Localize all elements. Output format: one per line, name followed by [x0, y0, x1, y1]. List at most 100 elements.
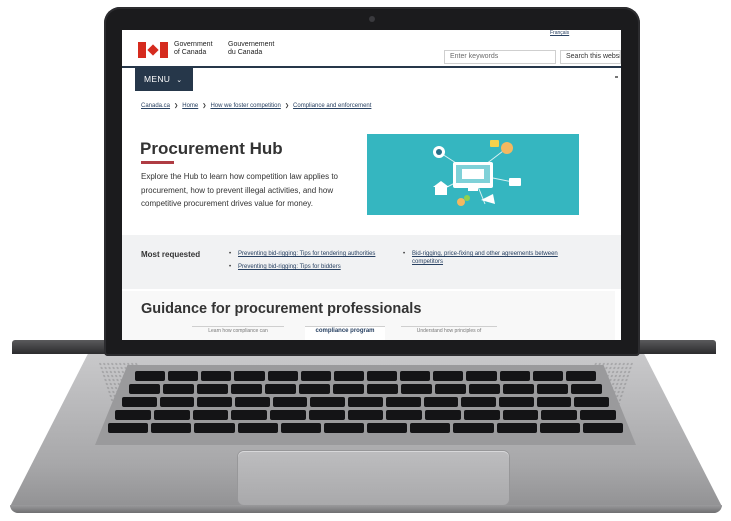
- keyboard-key: [280, 423, 321, 433]
- keyboard-key: [435, 384, 466, 394]
- header-rule: [122, 66, 621, 68]
- guidance-card[interactable]: Learn how compliance can: [192, 326, 284, 340]
- keyboard-key: [231, 384, 262, 394]
- list-item: Preventing bid-rigging: Tips for tenderi…: [229, 250, 391, 258]
- keyboard-key: [135, 371, 166, 381]
- keyboard-key: [574, 397, 609, 407]
- keyboard-key: [168, 371, 199, 381]
- keyboard-key: [582, 423, 624, 433]
- keyboard-key: [469, 384, 500, 394]
- list-item: Bid-rigging, price-fixing and other agre…: [403, 250, 563, 266]
- keyboard-key: [347, 410, 384, 420]
- keyboard-key: [502, 410, 539, 420]
- keyboard-key: [151, 423, 192, 433]
- keyboard-key: [237, 423, 278, 433]
- keyboard-key: [498, 397, 534, 407]
- laptop-base-edge: [10, 505, 722, 513]
- keyboard: [95, 365, 636, 445]
- chevron-right-icon: ❯: [284, 103, 290, 109]
- keyboard-row: [122, 397, 609, 407]
- chevron-right-icon: ❯: [202, 103, 207, 109]
- keyboard-key: [503, 384, 534, 394]
- breadcrumb-foster-competition[interactable]: How we foster competition: [210, 103, 280, 109]
- breadcrumb-canada-ca[interactable]: Canada.ca: [141, 103, 170, 109]
- keyboard-row: [135, 371, 596, 381]
- canada-flag-icon[interactable]: [138, 42, 168, 58]
- keyboard-key: [463, 410, 500, 420]
- keyboard-key: [423, 397, 459, 407]
- keyboard-key: [466, 371, 497, 381]
- search-button[interactable]: Search this website: [560, 50, 621, 64]
- breadcrumb-home[interactable]: Home: [182, 103, 198, 109]
- keyboard-key: [129, 384, 160, 394]
- most-requested-label: Most requested: [141, 250, 201, 259]
- keyboard-key: [453, 423, 494, 433]
- keyboard-key: [367, 423, 408, 433]
- keyboard-key: [433, 371, 464, 381]
- keyboard-key: [367, 384, 398, 394]
- page-title: Procurement Hub: [140, 139, 283, 158]
- keyboard-key: [108, 423, 149, 433]
- keyboard-key: [231, 410, 268, 420]
- chevron-down-icon: ⌄: [176, 77, 183, 84]
- keyboard-key: [496, 423, 537, 433]
- keyboard-key: [410, 423, 451, 433]
- keyboard-key: [201, 371, 232, 381]
- keyboard-key: [308, 410, 345, 420]
- keyboard-key: [401, 384, 432, 394]
- keyboard-key: [270, 410, 306, 420]
- keyboard-key: [348, 397, 383, 407]
- site-header: Government of Canada Gouvernement du Can…: [122, 30, 621, 68]
- link-agreements-between-competitors[interactable]: Bid-rigging, price-fixing and other agre…: [412, 251, 558, 265]
- search-input[interactable]: Enter keywords: [444, 50, 556, 64]
- guidance-card[interactable]: Understand how principles of: [401, 326, 497, 340]
- keyboard-key: [115, 410, 151, 420]
- keyboard-key: [267, 371, 298, 381]
- keyboard-key: [235, 397, 270, 407]
- menu-label: MENU: [144, 74, 171, 84]
- keyboard-key: [366, 371, 398, 381]
- keyboard-key: [122, 397, 157, 407]
- webcam-icon: [369, 16, 375, 22]
- chevron-right-icon: ❯: [174, 103, 179, 109]
- keyboard-key: [163, 384, 194, 394]
- keyboard-key: [580, 410, 616, 420]
- keyboard-key: [385, 397, 421, 407]
- intro-paragraph: Explore the Hub to learn how competition…: [141, 172, 338, 208]
- keyboard-key: [571, 384, 602, 394]
- keyboard-key: [310, 397, 346, 407]
- keyboard-key: [333, 384, 364, 394]
- list-item: Preventing bid-rigging: Tips for bidders: [229, 263, 391, 271]
- keyboard-key: [461, 397, 496, 407]
- signature-en-line2: of Canada: [174, 49, 207, 56]
- breadcrumb: Canada.ca ❯ Home ❯ How we foster competition…: [141, 103, 371, 109]
- keyboard-key: [299, 384, 330, 394]
- most-requested-section: Most requested Preventing bid-rigging: T…: [122, 235, 621, 289]
- signature-english[interactable]: Government of Canada: [174, 41, 213, 57]
- link-tips-tendering-authorities[interactable]: Preventing bid-rigging: Tips for tenderi…: [238, 251, 375, 257]
- breadcrumb-compliance[interactable]: Compliance and enforcement: [293, 103, 371, 109]
- keyboard-key: [197, 397, 233, 407]
- link-tips-bidders[interactable]: Preventing bid-rigging: Tips for bidders: [238, 264, 341, 270]
- keyboard-key: [197, 384, 228, 394]
- keyboard-key: [539, 423, 580, 433]
- guidance-heading: Guidance for procurement professionals: [141, 301, 422, 317]
- keyboard-key: [537, 384, 568, 394]
- keyboard-key: [400, 371, 431, 381]
- keyboard-key: [536, 397, 572, 407]
- keyboard-key: [153, 410, 190, 420]
- keyboard-key: [386, 410, 423, 420]
- keyboard-key: [272, 397, 308, 407]
- keyboard-key: [194, 423, 235, 433]
- signature-en-line1: Government: [174, 41, 213, 48]
- guidance-card[interactable]: compliance program: [305, 326, 385, 340]
- signature-french[interactable]: Gouvernement du Canada: [228, 41, 274, 57]
- keyboard-key: [532, 371, 563, 381]
- keyboard-key: [192, 410, 229, 420]
- most-requested-list-2: Bid-rigging, price-fixing and other agre…: [403, 250, 563, 271]
- language-toggle-link[interactable]: Français: [550, 30, 569, 36]
- signature-fr-line1: Gouvernement: [228, 41, 275, 48]
- menu-button[interactable]: MENU ⌄: [135, 68, 193, 91]
- scrollbar-indicator[interactable]: [615, 76, 618, 78]
- keyboard-row: [129, 384, 602, 394]
